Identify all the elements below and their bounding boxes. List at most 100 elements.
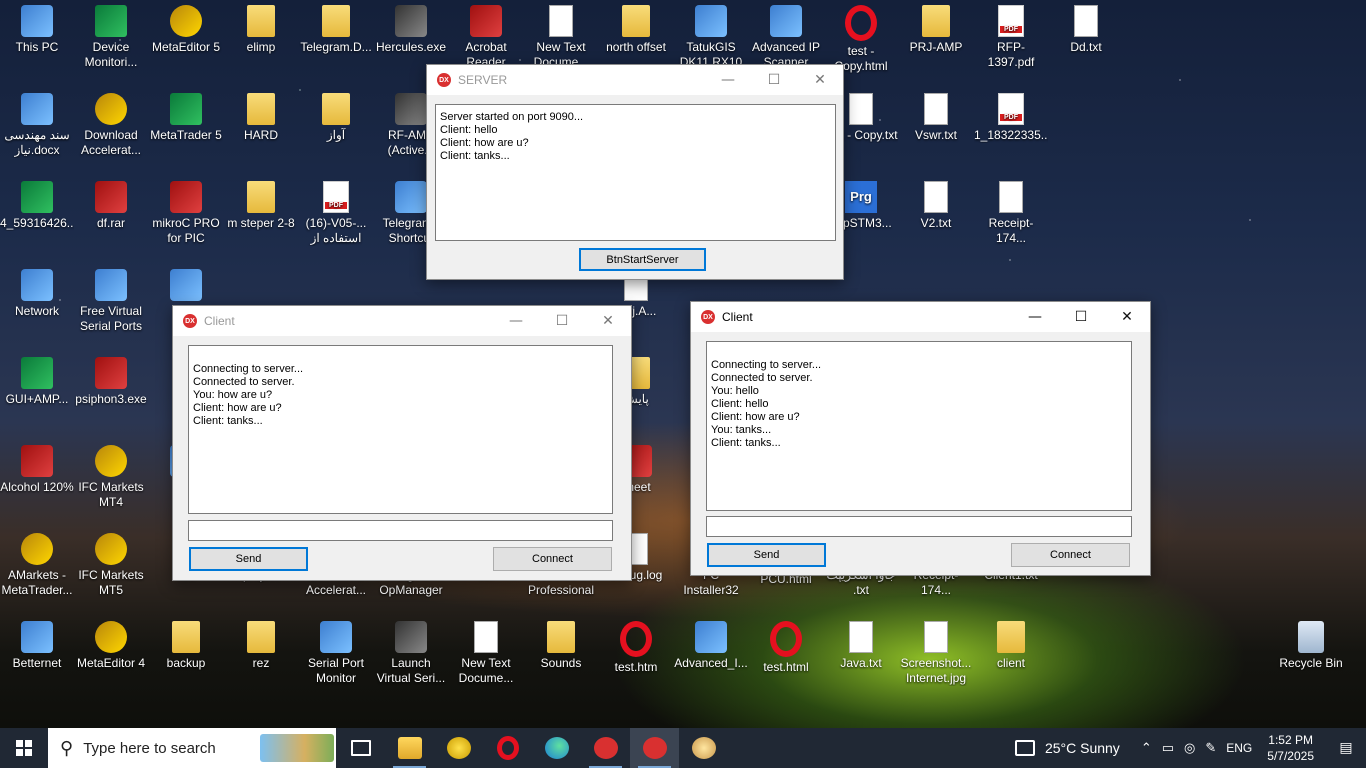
desktop-icon-label: This PC bbox=[15, 40, 59, 54]
desktop-icon[interactable]: Vswr.txt bbox=[899, 93, 973, 143]
taskbar-dx-app-1[interactable] bbox=[581, 728, 630, 768]
taskbar-paint[interactable] bbox=[679, 728, 728, 768]
dark-icon bbox=[395, 5, 427, 37]
notification-icon[interactable]: ▤ bbox=[1326, 740, 1366, 756]
desktop-icon[interactable]: psiphon3.exe bbox=[74, 357, 148, 407]
server-titlebar[interactable]: DX SERVER — ☐ ✕ bbox=[427, 65, 843, 95]
client1-send-button[interactable]: Send bbox=[189, 547, 308, 571]
desktop-icon[interactable]: MetaTrader 5 bbox=[149, 93, 223, 143]
desktop-icon[interactable]: m steper 2-8 bbox=[224, 181, 298, 231]
client1-titlebar[interactable]: DX Client — ☐ ✕ bbox=[173, 306, 631, 336]
battery-icon[interactable]: ▭ bbox=[1162, 741, 1174, 756]
desktop-icon[interactable]: HARD bbox=[224, 93, 298, 143]
chevron-up-icon[interactable]: ⌃ bbox=[1141, 741, 1152, 756]
desktop-icon[interactable]: MetaEditor 4 bbox=[74, 621, 148, 671]
taskbar-file-explorer[interactable] bbox=[385, 728, 434, 768]
server-log-textarea[interactable]: Server started on port 9090... Client: h… bbox=[435, 104, 836, 241]
desktop-icon[interactable]: PRJ-AMP bbox=[899, 5, 973, 55]
desktop-icon[interactable]: New Text Docume... bbox=[449, 621, 523, 686]
taskbar-search-box[interactable]: ⚲ Type here to search bbox=[48, 728, 336, 768]
desktop-icon[interactable]: IFC Markets MT5 bbox=[74, 533, 148, 598]
desktop-icon[interactable]: Betternet bbox=[0, 621, 74, 671]
clock[interactable]: 1:52 PM 5/7/2025 bbox=[1267, 732, 1314, 764]
desktop-icon[interactable]: Download Accelerat... bbox=[74, 93, 148, 158]
desktop-icon[interactable]: (16)-V05-... استفاده از bbox=[299, 181, 373, 246]
desktop-icon-label: 1_18322335... bbox=[974, 128, 1048, 142]
client1-log-textarea[interactable]: Connecting to server... Connected to ser… bbox=[188, 345, 613, 514]
desktop-icon[interactable]: Advanced_I... bbox=[674, 621, 748, 671]
minimize-button[interactable]: — bbox=[1012, 302, 1058, 332]
taskbar-app-gold[interactable] bbox=[434, 728, 483, 768]
taskbar-edge[interactable] bbox=[532, 728, 581, 768]
desktop-icon[interactable]: Alcohol 120% bbox=[0, 445, 74, 495]
desktop-icon[interactable]: Serial Port Monitor bbox=[299, 621, 373, 686]
desktop-icon[interactable]: test.htm bbox=[599, 621, 673, 675]
maximize-button[interactable]: ☐ bbox=[1058, 302, 1104, 332]
close-button[interactable]: ✕ bbox=[585, 306, 631, 336]
desktop-icon[interactable]: client bbox=[974, 621, 1048, 671]
desktop-icon[interactable]: IFC Markets MT4 bbox=[74, 445, 148, 510]
desktop-icon[interactable]: df.rar bbox=[74, 181, 148, 231]
desktop-icon[interactable]: سند مهندسی نیاز.docx bbox=[0, 93, 74, 158]
desktop-icon-label: Free Virtual Serial Ports bbox=[79, 304, 143, 333]
taskbar-opera[interactable] bbox=[483, 728, 532, 768]
maximize-button[interactable]: ☐ bbox=[539, 306, 585, 336]
desktop-icon[interactable]: AMarkets - MetaTrader... bbox=[0, 533, 74, 598]
desktop-icon[interactable]: Advanced IP Scanner bbox=[749, 5, 823, 70]
desktop-icon[interactable]: TatukGIS DK11 RX10 bbox=[674, 5, 748, 70]
client1-message-input[interactable] bbox=[188, 520, 613, 541]
folder-icon bbox=[247, 181, 275, 213]
desktop-icon[interactable]: Recycle Bin bbox=[1274, 621, 1348, 671]
red-icon bbox=[95, 181, 127, 213]
desktop-icon[interactable]: New Text Docume... bbox=[524, 5, 598, 70]
desktop-icon[interactable]: RFP-1397.pdf bbox=[974, 5, 1048, 70]
desktop-icon[interactable]: MetaEditor 5 bbox=[149, 5, 223, 55]
start-button[interactable] bbox=[0, 728, 48, 768]
desktop-icon[interactable]: 4_59316426... bbox=[0, 181, 74, 231]
minimize-button[interactable]: — bbox=[493, 306, 539, 336]
client1-connect-button[interactable]: Connect bbox=[493, 547, 612, 571]
desktop-icon[interactable]: This PC bbox=[0, 5, 74, 55]
language-indicator[interactable]: ENG bbox=[1226, 741, 1252, 755]
desktop-icon[interactable]: Receipt-174... bbox=[974, 181, 1048, 246]
desktop-icon[interactable]: Java.txt bbox=[824, 621, 898, 671]
taskbar-dx-app-2[interactable] bbox=[630, 728, 679, 768]
client2-message-input[interactable] bbox=[706, 516, 1132, 537]
desktop-icon[interactable]: Hercules.exe bbox=[374, 5, 448, 55]
pen-icon[interactable]: ✎ bbox=[1205, 741, 1216, 756]
desktop-icon[interactable]: Screenshot... Internet.jpg bbox=[899, 621, 973, 686]
desktop-icon[interactable]: Device Monitori... bbox=[74, 5, 148, 70]
weather-widget[interactable]: 25°C Sunny bbox=[1014, 740, 1120, 756]
desktop-icon[interactable]: GUI+AMP... bbox=[0, 357, 74, 407]
minimize-button[interactable]: — bbox=[705, 65, 751, 95]
desktop-icon[interactable]: V2.txt bbox=[899, 181, 973, 231]
desktop-icon[interactable]: Acrobat Reader bbox=[449, 5, 523, 70]
close-button[interactable]: ✕ bbox=[1104, 302, 1150, 332]
desktop-icon[interactable]: Network bbox=[0, 269, 74, 319]
network-icon[interactable]: ◎ bbox=[1184, 741, 1195, 756]
start-server-button[interactable]: BtnStartServer bbox=[579, 248, 706, 271]
desktop-icon[interactable]: elimp bbox=[224, 5, 298, 55]
maximize-button[interactable]: ☐ bbox=[751, 65, 797, 95]
desktop-icon-label: Telegram.D... bbox=[300, 40, 372, 54]
desktop-icon[interactable]: Free Virtual Serial Ports bbox=[74, 269, 148, 334]
client2-send-button[interactable]: Send bbox=[707, 543, 826, 567]
opera-icon bbox=[620, 621, 652, 657]
app-icon bbox=[21, 621, 53, 653]
desktop-icon[interactable]: north offset bbox=[599, 5, 673, 55]
desktop-icon[interactable]: test.html bbox=[749, 621, 823, 675]
task-view-button[interactable] bbox=[336, 728, 385, 768]
client2-log-textarea[interactable]: Connecting to server... Connected to ser… bbox=[706, 341, 1132, 511]
close-button[interactable]: ✕ bbox=[797, 65, 843, 95]
client2-titlebar[interactable]: DX Client — ☐ ✕ bbox=[691, 302, 1150, 332]
desktop-icon[interactable]: Telegram.D... bbox=[299, 5, 373, 55]
desktop-icon[interactable]: mikroC PRO for PIC bbox=[149, 181, 223, 246]
desktop-icon[interactable]: rez bbox=[224, 621, 298, 671]
desktop-icon[interactable]: 1_18322335... bbox=[974, 93, 1048, 143]
desktop-icon[interactable]: backup bbox=[149, 621, 223, 671]
desktop-icon[interactable]: Dd.txt bbox=[1049, 5, 1123, 55]
desktop-icon[interactable]: آواز bbox=[299, 93, 373, 143]
desktop-icon[interactable]: Sounds bbox=[524, 621, 598, 671]
desktop-icon[interactable]: Launch Virtual Seri... bbox=[374, 621, 448, 686]
client2-connect-button[interactable]: Connect bbox=[1011, 543, 1130, 567]
